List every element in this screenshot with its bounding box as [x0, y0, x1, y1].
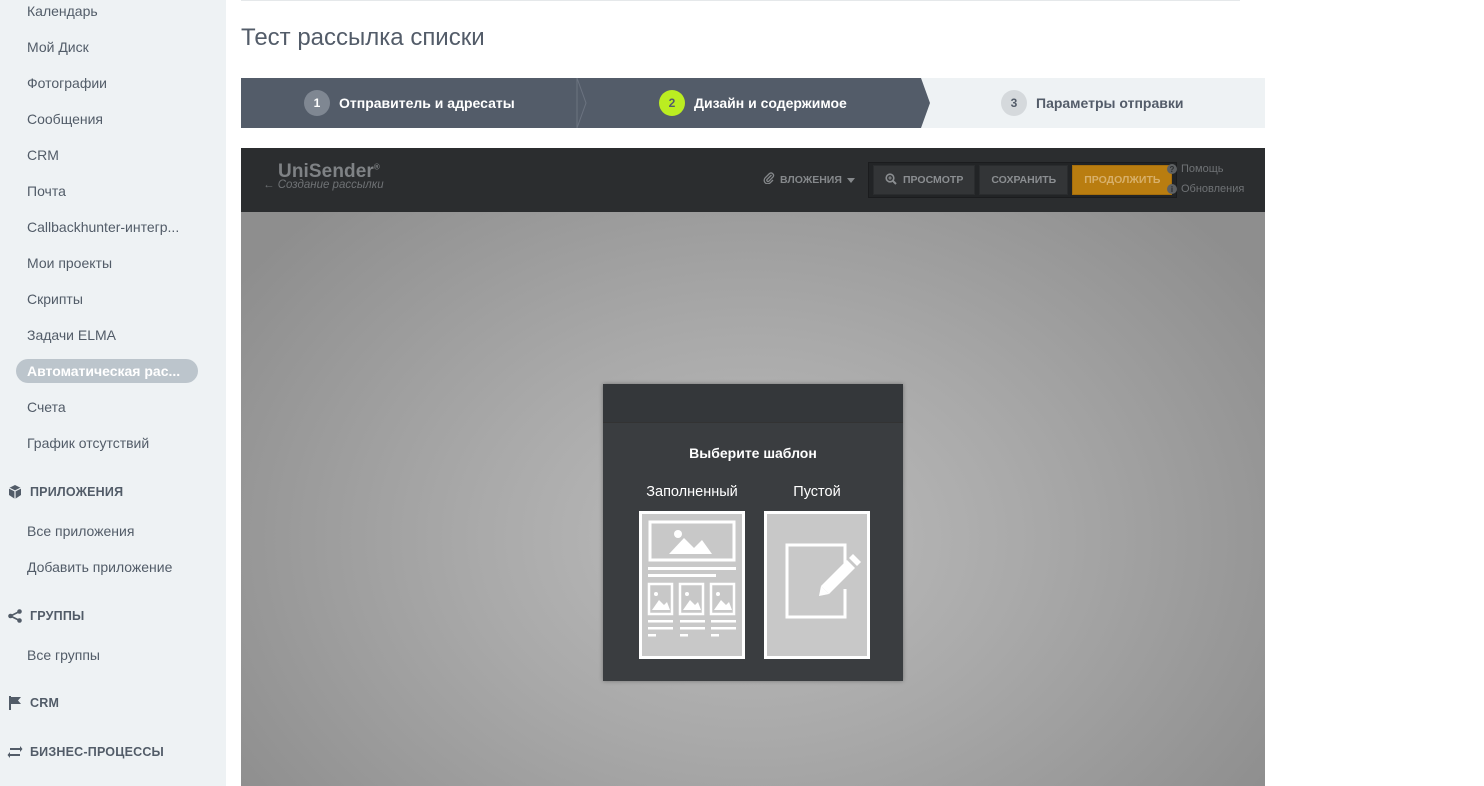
process-icon [6, 743, 24, 761]
arrow-left-icon: ← [263, 179, 278, 191]
sidebar-item-absence-chart[interactable]: График отсутствий [27, 435, 149, 451]
attachments-label: ВЛОЖЕНИЯ [780, 173, 842, 186]
editor-toolbar: UniSender® ← Создание рассылки ВЛОЖЕНИЯ … [241, 148, 1265, 212]
share-icon [6, 607, 24, 625]
step-1-label: Отправитель и адресаты [339, 95, 515, 111]
sidebar-item-calendar[interactable]: Календарь [27, 3, 98, 19]
sidebar-item-all-apps[interactable]: Все приложения [27, 523, 134, 539]
filled-template-icon [647, 520, 736, 637]
step-1-number: 1 [304, 90, 330, 116]
sidebar-section-apps[interactable]: ПРИЛОЖЕНИЯ [6, 482, 123, 502]
sidebar-item-scripts[interactable]: Скрипты [27, 291, 83, 307]
sidebar-section-groups[interactable]: ГРУППЫ [6, 606, 84, 626]
updates-label: Обновления [1181, 183, 1245, 195]
sidebar-item-elma-tasks[interactable]: Задачи ELMA [27, 327, 116, 343]
sidebar-item-invoices[interactable]: Счета [27, 399, 66, 415]
sidebar-item-callbackhunter[interactable]: Callbackhunter-интегр... [27, 219, 179, 235]
empty-template-card[interactable] [764, 511, 870, 659]
flag-icon [6, 694, 24, 712]
preview-label: ПРОСМОТР [903, 174, 964, 186]
updates-link[interactable]: i Обновления [1167, 183, 1244, 195]
sidebar-section-groups-title: ГРУППЫ [30, 609, 85, 623]
sidebar-section-apps-title: ПРИЛОЖЕНИЯ [30, 485, 124, 499]
filled-template-card[interactable] [639, 511, 745, 659]
sidebar-item-crm[interactable]: CRM [27, 147, 59, 163]
choose-template-dialog: Выберите шаблон Заполненный Пустой [603, 384, 903, 681]
sidebar-item-messages[interactable]: Сообщения [27, 111, 103, 127]
sidebar-item-auto-mailing[interactable]: Автоматическая рас... [16, 359, 198, 383]
unisender-editor: UniSender® ← Создание рассылки ВЛОЖЕНИЯ … [241, 148, 1265, 786]
sidebar-item-photos[interactable]: Фотографии [27, 75, 107, 91]
step-3-label: Параметры отправки [1036, 95, 1184, 111]
step-3-number: 3 [1001, 90, 1027, 116]
sidebar-item-projects[interactable]: Мои проекты [27, 255, 112, 271]
attachments-dropdown[interactable]: ВЛОЖЕНИЯ [763, 172, 855, 187]
page-title: Тест рассылка списки [241, 24, 485, 51]
save-button[interactable]: СОХРАНИТЬ [979, 165, 1069, 195]
step-1[interactable]: 1 Отправитель и адресаты [304, 78, 515, 128]
sidebar-section-bp-title: БИЗНЕС-ПРОЦЕССЫ [30, 745, 164, 759]
sidebar-section-crm-title: CRM [30, 696, 60, 710]
sidebar: Календарь Мой Диск Фотографии Сообщения … [0, 0, 226, 786]
pencil-edit-icon [785, 543, 861, 619]
preview-button[interactable]: ПРОСМОТР [873, 165, 976, 195]
back-to-campaign-link[interactable]: ← Создание рассылки [263, 179, 384, 191]
paperclip-icon [763, 172, 775, 187]
dialog-header [603, 384, 903, 423]
step-2-label: Дизайн и содержимое [694, 95, 847, 111]
step-3[interactable]: 3 Параметры отправки [1001, 78, 1183, 128]
question-icon: ? [1167, 164, 1177, 174]
sidebar-item-all-groups[interactable]: Все группы [27, 647, 100, 663]
step-2[interactable]: 2 Дизайн и содержимое [659, 78, 847, 128]
empty-template-label: Пустой [793, 484, 841, 500]
info-icon: i [1167, 184, 1177, 194]
filled-template-label: Заполненный [646, 484, 738, 500]
continue-button[interactable]: ПРОДОЛЖИТЬ [1072, 165, 1173, 195]
wizard-steps: 1 Отправитель и адресаты 2 Дизайн и соде… [241, 78, 1265, 128]
help-link[interactable]: ? Помощь [1167, 163, 1224, 175]
box-icon [6, 483, 24, 501]
sidebar-item-disk[interactable]: Мой Диск [27, 39, 89, 55]
top-divider [241, 0, 1240, 1]
help-label: Помощь [1181, 163, 1224, 175]
zoom-icon [885, 172, 897, 188]
registered-mark: ® [373, 162, 380, 172]
sidebar-item-add-app[interactable]: Добавить приложение [27, 559, 172, 575]
caret-down-icon [846, 174, 855, 186]
dialog-title: Выберите шаблон [689, 445, 817, 461]
step-2-number: 2 [659, 90, 685, 116]
back-link-label: Создание рассылки [277, 179, 384, 191]
sidebar-section-crm[interactable]: CRM [6, 693, 59, 713]
sidebar-item-mail[interactable]: Почта [27, 183, 66, 199]
sidebar-section-bp[interactable]: БИЗНЕС-ПРОЦЕССЫ [6, 742, 164, 762]
editor-actions: ПРОСМОТР СОХРАНИТЬ ПРОДОЛЖИТЬ [868, 162, 1178, 198]
